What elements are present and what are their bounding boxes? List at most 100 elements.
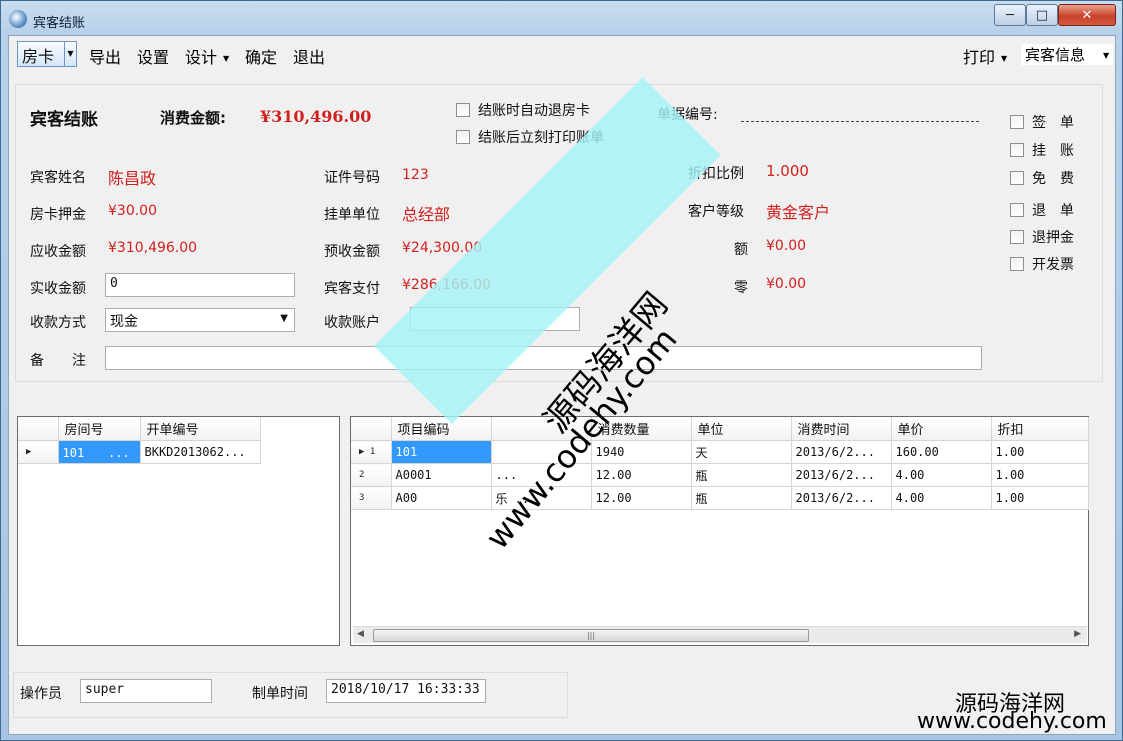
remark-input[interactable]	[105, 346, 982, 370]
horizontal-scrollbar[interactable]: ◀ ||| ▶	[353, 626, 1087, 643]
auto-return-checkbox[interactable]: 结账时自动退房卡	[456, 100, 590, 120]
table-row[interactable]: ▶ 101 ... BKKD2013062...	[18, 440, 261, 464]
table-cell[interactable]: 4.00	[891, 463, 992, 487]
deposit-label: 房卡押金	[30, 207, 86, 223]
minimize-button[interactable]: ─	[994, 4, 1026, 26]
invoice-checkbox[interactable]: 开发票	[1010, 254, 1074, 274]
id-value: 123	[402, 167, 429, 183]
table-cell[interactable]: 101	[391, 440, 492, 464]
menu-confirm[interactable]: 确定	[245, 44, 277, 68]
column-header[interactable]: 房间号	[58, 417, 141, 441]
checkbox-icon	[1010, 203, 1024, 217]
chevron-down-icon[interactable]: ▼	[280, 313, 288, 324]
table-cell[interactable]: 12.00	[591, 463, 692, 487]
payment-method-value: 现金	[110, 314, 138, 330]
receivable-label: 应收金额	[30, 244, 86, 260]
table-cell[interactable]: 瓶	[691, 486, 792, 510]
table-cell[interactable]: BKKD2013062...	[140, 440, 261, 464]
scrollbar-thumb[interactable]: |||	[373, 629, 809, 642]
guest-pay-label: 宾客支付	[324, 281, 380, 297]
discount-value: 1.000	[766, 162, 809, 180]
row-header-corner	[18, 417, 59, 441]
close-button[interactable]: ✕	[1058, 4, 1116, 26]
unit-label: 挂单单位	[324, 207, 380, 223]
column-header[interactable]: 消费时间	[791, 417, 892, 441]
scroll-right-icon[interactable]: ▶	[1074, 629, 1081, 639]
table-cell[interactable]: 1.00	[991, 486, 1089, 510]
menu-guest-info[interactable]: 宾客信息 ▼	[1021, 44, 1114, 65]
cancel-order-checkbox[interactable]: 退 单	[1010, 200, 1074, 220]
table-cell[interactable]: 4.00	[891, 486, 992, 510]
menu-exit[interactable]: 退出	[293, 44, 325, 68]
menu-export[interactable]: 导出	[89, 44, 121, 68]
table-cell[interactable]: 2013/6/2...	[791, 463, 892, 487]
menu-guest-info-label: 宾客信息	[1025, 46, 1086, 64]
level-value: 黄金客户	[766, 203, 831, 222]
table-cell[interactable]: 天	[691, 440, 792, 464]
table-cell[interactable]: A0001	[391, 463, 492, 487]
row-pointer-icon: ▶	[18, 440, 59, 464]
brand-url: www.codehy.com	[917, 709, 1107, 734]
menu-settings[interactable]: 设置	[137, 44, 169, 68]
row-number: 1	[369, 447, 376, 457]
chevron-down-icon[interactable]: ▼	[64, 42, 76, 66]
item-grid[interactable]: 项目编码 消费数量 单位 消费时间 单价 折扣 ▶ 1 101 1940 天 2…	[350, 416, 1089, 646]
guest-name-value: 陈昌政	[108, 169, 157, 188]
checkbox-label: 开发票	[1032, 257, 1074, 273]
menu-print[interactable]: 打印 ▼	[963, 44, 1007, 68]
change-value: ¥0.00	[766, 276, 807, 292]
balance-label: 额	[734, 242, 748, 258]
sign-checkbox[interactable]: 签 单	[1010, 112, 1074, 132]
column-header[interactable]: 项目编码	[391, 417, 492, 441]
table-cell[interactable]: 101 ...	[58, 440, 141, 464]
checkbox-label: 退 单	[1032, 203, 1074, 219]
maximize-button[interactable]: □	[1026, 4, 1058, 26]
row-pointer-icon: ▶	[359, 447, 370, 457]
level-label: 客户等级	[688, 204, 744, 220]
row-header-corner	[351, 417, 392, 441]
deposit-value: ¥30.00	[108, 203, 157, 219]
row-number: 2	[351, 463, 392, 487]
table-row[interactable]: ▶ 1 101 1940 天 2013/6/2... 160.00 1.00	[351, 440, 1089, 464]
refund-deposit-checkbox[interactable]: 退押金	[1010, 227, 1074, 247]
actual-amount-input[interactable]: 0	[105, 273, 295, 297]
table-cell[interactable]: 1940	[591, 440, 692, 464]
table-row[interactable]: 3 A00 乐 ... 12.00 瓶 2013/6/2... 4.00 1.0…	[351, 486, 1089, 510]
checkbox-icon	[1010, 115, 1024, 129]
checkbox-icon	[456, 103, 470, 117]
payment-method-select[interactable]: 现金 ▼	[105, 308, 295, 332]
change-label: 零	[734, 280, 748, 296]
app-icon	[9, 10, 27, 28]
receivable-value: ¥310,496.00	[108, 240, 198, 256]
chevron-down-icon: ▼	[1001, 54, 1008, 63]
table-cell[interactable]: 12.00	[591, 486, 692, 510]
column-header[interactable]: 折扣	[991, 417, 1089, 441]
checkbox-icon	[456, 130, 470, 144]
time-input[interactable]: 2018/10/17 16:33:33	[326, 679, 486, 703]
page-title: 宾客结账	[30, 110, 98, 130]
time-label: 制单时间	[252, 686, 308, 702]
column-header[interactable]: 开单编号	[140, 417, 261, 441]
table-cell[interactable]: A00	[391, 486, 492, 510]
checkbox-label: 挂 账	[1032, 143, 1074, 159]
table-row[interactable]: 2 A0001 ... 12.00 瓶 2013/6/2... 4.00 1.0…	[351, 463, 1089, 487]
amount-label: 消费金额:	[160, 109, 226, 127]
room-grid[interactable]: 房间号 开单编号 ▶ 101 ... BKKD2013062...	[17, 416, 340, 646]
scroll-left-icon[interactable]: ◀	[357, 629, 364, 639]
table-cell[interactable]: 瓶	[691, 463, 792, 487]
table-cell[interactable]: 1.00	[991, 440, 1089, 464]
checkbox-label: 免 费	[1032, 171, 1074, 187]
table-cell[interactable]: 160.00	[891, 440, 992, 464]
free-checkbox[interactable]: 免 费	[1010, 168, 1074, 188]
table-cell[interactable]: 2013/6/2...	[791, 486, 892, 510]
column-header[interactable]: 单位	[691, 417, 792, 441]
credit-checkbox[interactable]: 挂 账	[1010, 140, 1074, 160]
operator-input[interactable]: super	[80, 679, 212, 703]
menu-room-card[interactable]: 房卡 ▼	[17, 41, 77, 67]
menu-design[interactable]: 设计 ▼	[185, 44, 229, 68]
table-cell[interactable]: 2013/6/2...	[791, 440, 892, 464]
bill-number-line	[741, 121, 979, 122]
table-cell[interactable]: 1.00	[991, 463, 1089, 487]
grid-header-row: 房间号 开单编号	[18, 417, 261, 441]
column-header[interactable]: 单价	[891, 417, 992, 441]
